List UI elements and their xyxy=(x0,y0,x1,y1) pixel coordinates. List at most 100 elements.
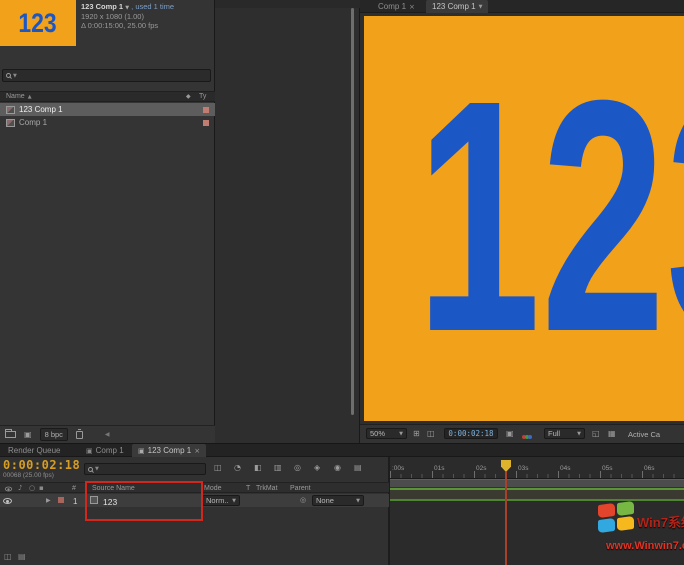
blend-mode-dropdown[interactable]: Norm.. ▼ xyxy=(202,495,240,506)
scroll-left-arrow-icon[interactable]: ◀ xyxy=(105,431,110,438)
composition-viewport: 123 xyxy=(364,16,684,421)
search-options-caret-icon[interactable]: ▼ xyxy=(13,73,17,79)
auto-keyframe-icon[interactable]: ◉ xyxy=(334,464,341,472)
timeline-tab-bar: Render Queue ▣ Comp 1 ▣ 123 Comp 1 × xyxy=(0,444,684,457)
hide-shy-icon[interactable]: ◧ xyxy=(254,464,262,472)
parent-dropdown[interactable]: None ▼ xyxy=(312,495,364,506)
empty-panel-header xyxy=(215,0,360,8)
annotation-highlight-box xyxy=(85,481,203,521)
resolution-dropdown[interactable]: Full ▼ xyxy=(544,428,585,439)
thumbnail-text: 123 xyxy=(19,8,57,39)
motion-blur-icon[interactable]: ◎ xyxy=(294,464,301,472)
labels-column-icon[interactable]: ◆ xyxy=(186,93,191,100)
parent-value: None xyxy=(316,496,334,505)
region-of-interest-icon[interactable]: ◱ xyxy=(592,430,600,438)
bit-depth-button[interactable]: 8 bpc xyxy=(40,428,68,441)
graph-editor-icon[interactable]: ▤ xyxy=(354,464,362,472)
watermark-url: www.Winwin7.com xyxy=(606,540,684,552)
column-parent[interactable]: Parent xyxy=(290,485,311,492)
playhead-line xyxy=(505,472,507,565)
info-usage: , used 1 time xyxy=(131,2,174,11)
toggle-transfer-pane-icon[interactable]: ▤ xyxy=(18,552,26,561)
solo-column-icon: ○ xyxy=(29,484,35,492)
project-thumbnail: 123 xyxy=(0,0,76,46)
lock-column-icon: ▪ xyxy=(39,484,44,492)
frame-blend-icon[interactable]: ▥ xyxy=(274,464,282,472)
tab-123-comp-1[interactable]: 123 Comp 1 ▼ xyxy=(426,0,488,13)
show-channel-icon[interactable] xyxy=(522,432,531,441)
close-icon[interactable]: × xyxy=(409,3,415,11)
transparency-grid-icon[interactable]: ▦ xyxy=(608,430,616,438)
sort-asc-icon[interactable]: ▲ xyxy=(28,94,32,100)
column-t[interactable]: T xyxy=(246,485,250,492)
project-search-box[interactable]: ▼ xyxy=(2,69,211,82)
project-footer-bar: ▣ 8 bpc ◀ xyxy=(0,425,215,443)
tab-label: 123 Comp 1 xyxy=(432,2,476,11)
chevron-down-icon: ▼ xyxy=(232,498,236,504)
project-item-row-selected[interactable]: 123 Comp 1 xyxy=(0,103,215,116)
draft-3d-icon[interactable]: ◔ xyxy=(234,464,241,472)
chevron-down-icon[interactable]: ▼ xyxy=(125,5,129,11)
timeline-panel: Render Queue ▣ Comp 1 ▣ 123 Comp 1 × 0:0… xyxy=(0,443,684,565)
search-options-caret-icon[interactable]: ▼ xyxy=(95,466,99,472)
snapshot-icon[interactable]: ▣ xyxy=(506,430,514,438)
tab-comp-1[interactable]: Comp 1 × xyxy=(372,0,421,13)
work-area-bar[interactable] xyxy=(390,479,684,487)
video-column-icon xyxy=(5,487,12,492)
eye-icon[interactable] xyxy=(3,498,12,504)
tab-label: Render Queue xyxy=(8,446,60,455)
outline-track-divider[interactable] xyxy=(388,457,390,565)
project-search-input[interactable] xyxy=(19,71,207,80)
info-title: 123 Comp 1 xyxy=(81,2,123,11)
comp-mini-flowchart-icon[interactable]: ◫ xyxy=(214,464,222,472)
composition-panel: Comp 1 × 123 Comp 1 ▼ 123 50% ▼ ⊞ ◫ 0:00… xyxy=(360,0,684,443)
trash-icon[interactable] xyxy=(76,431,83,439)
windows-flag-yellow xyxy=(617,516,634,531)
magnification-dropdown[interactable]: 50% ▼ xyxy=(366,428,407,439)
column-mode[interactable]: Mode xyxy=(204,485,222,492)
resolution-value: Full xyxy=(548,429,560,438)
layer-expander-icon[interactable]: ▶ xyxy=(46,497,51,504)
label-color-chip[interactable] xyxy=(203,120,209,126)
layer-label-color[interactable] xyxy=(58,497,64,503)
brainstorm-icon[interactable]: ◈ xyxy=(314,464,320,472)
label-color-chip[interactable] xyxy=(203,107,209,113)
tab-comp-1[interactable]: ▣ Comp 1 xyxy=(80,444,130,457)
tab-label: Comp 1 xyxy=(378,2,406,11)
tab-render-queue[interactable]: Render Queue xyxy=(2,444,66,457)
ruler-major-ticks xyxy=(390,471,684,478)
viewer-timecode-box[interactable]: 0:00:02:18 xyxy=(444,428,498,439)
timeline-search-box[interactable]: ▼ xyxy=(84,463,206,475)
watermark-title: Win7系统之家 xyxy=(637,512,684,531)
project-item-label: Comp 1 xyxy=(19,118,47,127)
close-icon[interactable]: × xyxy=(194,447,200,455)
time-ruler[interactable]: :00s 01s 02s 03s 04s 05s 06s xyxy=(390,457,684,479)
composition-icon: ▣ xyxy=(138,447,145,455)
project-item-row[interactable]: Comp 1 xyxy=(0,116,215,129)
windows-flag-blue xyxy=(598,518,615,533)
mask-visibility-icon[interactable]: ◫ xyxy=(427,430,435,438)
new-folder-icon[interactable] xyxy=(5,431,16,438)
audio-column-icon: ♪ xyxy=(18,484,22,492)
project-columns-header: Name ▲ ◆ Ty xyxy=(0,91,215,102)
column-trkmat[interactable]: TrkMat xyxy=(256,485,278,492)
windows-flag-green xyxy=(617,501,634,516)
column-name[interactable]: Name xyxy=(6,93,25,100)
chevron-down-icon[interactable]: ▼ xyxy=(479,4,483,10)
pickwhip-icon[interactable]: ◎ xyxy=(300,496,306,504)
toggle-switches-pane-icon[interactable]: ◫ xyxy=(4,552,12,561)
tab-label: Comp 1 xyxy=(96,446,124,455)
tab-123-comp-1[interactable]: ▣ 123 Comp 1 × xyxy=(132,444,206,457)
vertical-scrollbar[interactable] xyxy=(351,8,354,415)
after-effects-window: 123 123 Comp 1 ▼ , used 1 time 1920 x 10… xyxy=(0,0,684,565)
chevron-down-icon: ▼ xyxy=(577,431,581,437)
new-composition-icon[interactable]: ▣ xyxy=(24,431,32,439)
camera-view-dropdown[interactable]: Active Ca xyxy=(628,430,660,439)
column-type[interactable]: Ty xyxy=(199,93,206,100)
project-panel: 123 123 Comp 1 ▼ , used 1 time 1920 x 10… xyxy=(0,0,215,443)
timeline-search-input[interactable] xyxy=(101,465,202,474)
grid-options-icon[interactable]: ⊞ xyxy=(413,430,420,438)
composition-icon xyxy=(6,119,15,127)
search-icon xyxy=(6,73,11,78)
current-timecode[interactable]: 0:00:02:18 xyxy=(3,458,80,472)
